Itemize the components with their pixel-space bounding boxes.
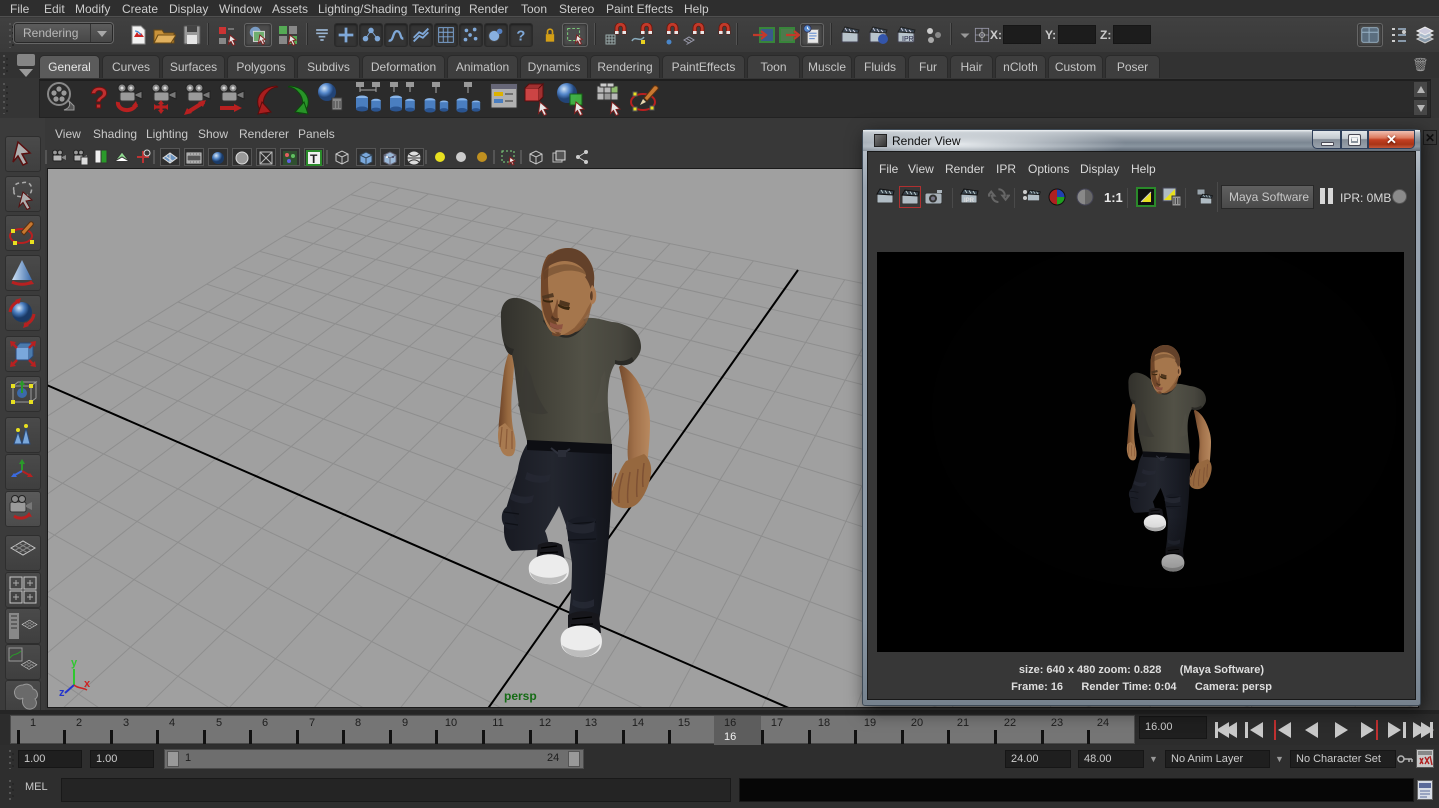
svg-text:y: y [71, 657, 78, 669]
svg-text:x: x [84, 678, 91, 690]
svg-text:?: ? [516, 29, 525, 45]
svg-text:IPR: IPR [964, 198, 975, 204]
svg-text:1:1: 1:1 [1104, 190, 1123, 205]
svg-text:IPR: IPR [902, 36, 914, 43]
svg-text:T: T [310, 152, 318, 166]
svg-text:z: z [59, 687, 65, 699]
svg-text:persp: persp [504, 689, 537, 703]
svg-text:?: ? [90, 82, 108, 115]
